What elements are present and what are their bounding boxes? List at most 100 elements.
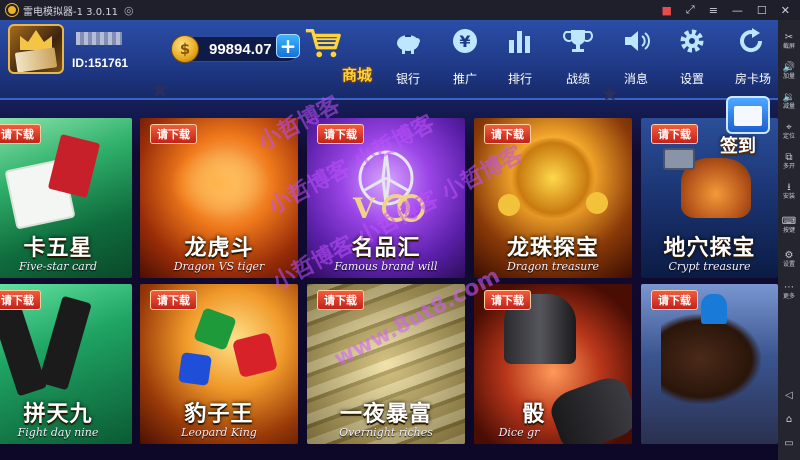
recent-apps-icon: ▭ [784,438,794,449]
game-name: 一夜暴富 [339,402,432,427]
sidebar-back[interactable]: ◁ [778,390,800,401]
checkin-label: 签到 [720,136,756,157]
nav-bank-label: 银行 [395,72,420,86]
coin-icon: $ [171,35,199,63]
golden-dragon-art [510,138,596,218]
sidebar-settings[interactable]: ⚙ 设置 [778,250,800,269]
gear-icon [680,29,704,53]
game-subtitle: Five-star card [19,260,97,273]
nav-bank-button[interactable]: 银行 [383,24,433,96]
game-subtitle: Famous brand will [334,260,438,273]
game-tile-horse-racing[interactable]: 请下载 [641,284,778,444]
game-tile-dragon-treasure[interactable]: 请下载 龙珠探宝 Dragon treasure [474,118,632,278]
download-badge: 请下载 [0,290,41,310]
game-tile-overnight-riches[interactable]: 请下载 一夜暴富 Overnight riches [307,284,465,444]
install-icon: ⭳ [787,182,791,193]
window-controls: ■ ⤢ ≡ — ☐ ✕ [661,0,790,20]
nav-settings-label: 设置 [679,72,704,86]
shopping-cart-icon [305,28,341,58]
checkin-button[interactable]: 签到 [718,96,776,160]
game-name: 拼天九 [23,402,93,427]
settings-icon: ⚙ [784,250,794,261]
sidebar-install[interactable]: ⭳ 安装 [778,182,800,201]
download-badge: 请下载 [150,290,197,310]
game-name: 卡五星 [23,236,93,261]
sidebar-recent-apps[interactable]: ▭ [778,438,800,449]
menu-icon[interactable]: ≡ [709,4,718,17]
jockey-art [701,294,727,324]
yen-icon: ¥ [453,29,477,53]
volume-down-icon: 🔉 [782,92,796,103]
sidebar-label: 设置 [782,261,795,268]
nav-record-button[interactable]: 战绩 [553,24,603,96]
game-name: 豹子王 [184,402,254,427]
home-icon: ⌂ [785,414,793,425]
dice-icon [178,352,212,386]
game-name: 龙珠探宝 [506,236,599,261]
sidebar-label: 截屏 [782,43,795,50]
download-badge: 请下载 [150,124,197,144]
sidebar-label: 更多 [782,293,795,300]
game-subtitle: Overnight riches [339,426,433,439]
download-badge: 请下载 [651,290,698,310]
sidebar-volume-down[interactable]: 🔉 减量 [778,92,800,111]
shop-label: 商城 [342,66,373,84]
game-name: 地穴探宝 [663,236,756,261]
nav-settings-button[interactable]: 设置 [667,24,717,96]
app-logo-icon [6,4,18,16]
sidebar-location[interactable]: ⌖ 定位 [778,122,800,141]
back-icon: ◁ [785,390,793,401]
sidebar-label: 按键 [782,227,795,234]
download-badge: 请下载 [484,290,531,310]
game-lobby: ID:151761 $ 99894.07 + 商城 银行 ¥ 推广 排行 战绩 … [0,20,778,460]
crown-icon [20,30,52,50]
nav-rank-button[interactable]: 排行 [495,24,545,96]
game-subtitle: Dragon VS tiger [173,260,265,273]
coin-icon [586,192,608,214]
sidebar-volume-up[interactable]: 🔊 加量 [778,62,800,81]
sidebar-more[interactable]: ⋯ 更多 [778,282,800,301]
bar-chart-icon [509,31,530,53]
game-tile-dragon-tiger[interactable]: 请下载 龙虎斗 Dragon VS tiger [140,118,298,278]
coin-icon [498,194,520,216]
game-name: 名品汇 [351,236,421,261]
gift-icon[interactable]: ■ [661,4,671,17]
sidebar-label: 安装 [782,193,795,200]
download-badge: 请下载 [317,290,364,310]
coin-balance-value: 99894.07 [209,41,272,58]
nav-roomcard-button[interactable]: 房卡场 [726,24,778,96]
game-subtitle: Leopard King [181,426,257,439]
maximize-icon[interactable]: ☐ [757,4,767,17]
shop-button[interactable]: 商城 [302,26,386,84]
svg-text:¥: ¥ [459,32,470,51]
game-tile-famous-brand[interactable]: V 请下载 名品汇 Famous brand will [307,118,465,278]
scissors-icon: ✂ [784,32,794,43]
gamepad-icon[interactable]: ◎ [124,4,134,17]
game-subtitle: Dragon treasure [506,260,600,273]
game-tile-dice-group[interactable]: 请下载 骰 Dice gr [474,284,632,444]
sidebar-screenshot[interactable]: ✂ 截屏 [778,32,800,51]
sidebar-home[interactable]: ⌂ [778,414,800,425]
close-icon[interactable]: ✕ [781,4,790,17]
game-tile-five-star-card[interactable]: 请下载 卡五星 Five-star card [0,118,132,278]
sidebar-keymap[interactable]: ⌨ 按键 [778,216,800,235]
dragon-art [170,148,270,218]
download-badge: 请下载 [484,124,531,144]
sidebar-multi-open[interactable]: ⧉ 多开 [778,152,800,171]
game-name: 龙虎斗 [184,236,254,261]
avatar[interactable] [8,24,64,74]
minimize-icon[interactable]: — [732,4,743,17]
piggy-bank-icon [397,35,420,54]
lobby-header: ID:151761 $ 99894.07 + 商城 银行 ¥ 推广 排行 战绩 … [0,20,778,100]
add-coins-button[interactable]: + [276,34,300,58]
keyboard-icon: ⌨ [781,216,797,227]
cards-icon [14,47,58,72]
multi-open-icon: ⧉ [785,152,793,163]
title-bar: 雷电模拟器-1 3.0.11 ◎ ■ ⤢ ≡ — ☐ ✕ [0,0,800,20]
game-tile-fight-day-nine[interactable]: 请下载 拼天九 Fight day nine [0,284,132,444]
nav-promote-button[interactable]: ¥ 推广 [440,24,490,96]
volume-up-icon: 🔊 [782,62,796,73]
expand-icon[interactable]: ⤢ [686,3,695,17]
game-tile-leopard-king[interactable]: 请下载 豹子王 Leopard King [140,284,298,444]
nav-roomcard-label: 房卡场 [734,72,771,86]
